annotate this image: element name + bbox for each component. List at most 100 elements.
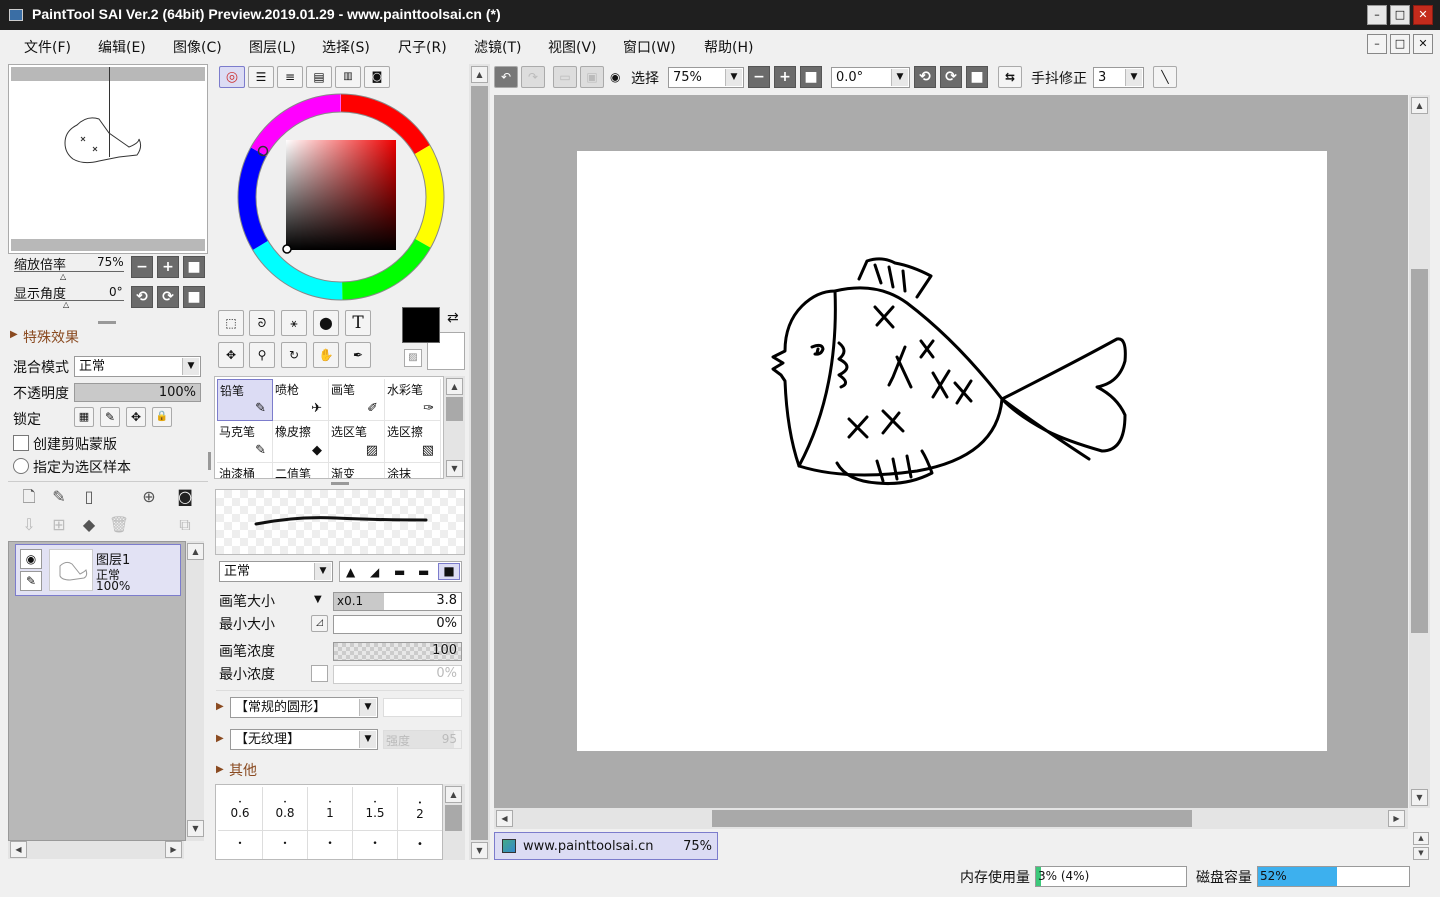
menu-select[interactable]: 选择(S) — [322, 37, 370, 57]
size-preset[interactable]: • 2 — [398, 787, 442, 831]
scroll-up-icon[interactable]: ▲ — [1411, 97, 1428, 114]
tip-shape-2-icon[interactable]: ◢ — [370, 565, 379, 579]
toolbar-rotate-left-button[interactable]: ⟲ — [914, 66, 936, 88]
move-tool-icon[interactable]: ✥ — [218, 342, 244, 368]
redo-icon[interactable]: ↷ — [521, 66, 545, 88]
other-expand-icon[interactable]: ▶ — [216, 764, 224, 775]
canvas-document[interactable] — [577, 151, 1327, 751]
scroll-thumb[interactable] — [446, 397, 463, 421]
angle-select[interactable]: 0.0° ▼ — [831, 67, 910, 88]
hand-tool-icon[interactable]: ✋ — [313, 342, 339, 368]
menu-file[interactable]: 文件(F) — [24, 37, 71, 57]
brush-select-pen[interactable]: 选区笔 ▨ — [329, 421, 385, 463]
toolbar-zoom-in-button[interactable]: + — [774, 66, 796, 88]
scroll-down-icon[interactable]: ▼ — [471, 842, 488, 859]
shape-icon[interactable]: ⬤ — [313, 310, 339, 336]
tip-shape-4-icon[interactable]: ▬ — [418, 565, 429, 579]
canvas-viewport[interactable] — [494, 95, 1408, 808]
clear-layer-icon[interactable]: ◆ — [76, 512, 102, 538]
color-wheel-tab-icon[interactable]: ◎ — [219, 66, 245, 88]
effects-label[interactable]: 特殊效果 — [23, 327, 79, 347]
visibility-eye-icon[interactable]: ◉ — [20, 549, 42, 569]
rotate-right-button[interactable]: ⟳ — [157, 286, 179, 308]
panel-splitter[interactable] — [331, 482, 349, 485]
close-button[interactable]: ✕ — [1413, 5, 1433, 25]
mdi-restore-button[interactable]: □ — [1390, 34, 1410, 54]
texture-expand-icon[interactable]: ▶ — [216, 733, 224, 744]
scratchpad-tab-icon[interactable]: ▥ — [335, 66, 361, 88]
brush-texture-select[interactable]: 【无纹理】 ▼ — [230, 729, 378, 750]
flip-horizontal-icon[interactable]: ⇆ — [998, 66, 1022, 88]
zoom-slider[interactable] — [14, 271, 124, 272]
brush-airbrush[interactable]: 喷枪 ✈ — [273, 379, 329, 421]
eyedropper-icon[interactable]: ✒ — [345, 342, 371, 368]
scroll-down-icon[interactable]: ▼ — [446, 460, 463, 477]
mdi-minimize-button[interactable]: – — [1367, 34, 1387, 54]
effects-expand-icon[interactable]: ▶ — [10, 329, 18, 340]
transparent-color-icon[interactable]: ▨ — [404, 349, 422, 367]
stabilizer-select[interactable]: 3 ▼ — [1093, 67, 1144, 88]
layer-pencil-icon[interactable]: ✎ — [20, 571, 42, 591]
clip-mask-checkbox[interactable] — [13, 435, 29, 451]
rotate-left-button[interactable]: ⟲ — [131, 286, 153, 308]
scroll-up-icon[interactable]: ▲ — [471, 66, 488, 83]
size-grid-scrollbar[interactable]: ▲ — [443, 784, 465, 860]
size-preset[interactable]: • — [353, 831, 398, 859]
tip-shape-1-icon[interactable]: ▲ — [346, 565, 355, 579]
rgb-slider-tab-icon[interactable]: ☰ — [248, 66, 274, 88]
document-tab[interactable]: www.painttoolsai.cn 75% — [494, 832, 718, 860]
menu-image[interactable]: 图像(C) — [173, 37, 222, 57]
brush-mode-select[interactable]: 正常 ▼ — [219, 561, 333, 582]
canvas-vscrollbar[interactable]: ▲ ▼ — [1409, 95, 1430, 808]
lasso-icon[interactable]: ᘐ — [249, 310, 275, 336]
brush-marker[interactable]: 马克笔 ✎ — [217, 421, 273, 463]
layer-row[interactable]: ◉ ✎ 图层1 正常 100% — [15, 544, 181, 596]
new-folder-icon[interactable]: ▯ — [76, 484, 102, 510]
brush-bucket[interactable]: 油漆桶 — [217, 463, 273, 478]
zoom-in-button[interactable]: + — [157, 256, 179, 278]
lock-paint-icon[interactable]: ✎ — [100, 407, 120, 427]
scroll-thumb[interactable] — [712, 810, 1192, 827]
text-tool-icon[interactable]: T — [345, 310, 371, 336]
brush-select-eraser[interactable]: 选区擦 ▧ — [385, 421, 441, 463]
rotate-reset-button[interactable]: ■ — [183, 286, 205, 308]
texture-strength-slider[interactable]: 强度 95 — [383, 730, 462, 749]
undo-icon[interactable]: ↶ — [494, 66, 518, 88]
panel-splitter[interactable] — [98, 321, 116, 324]
move-down-icon[interactable]: ⇩ — [16, 512, 42, 538]
menu-help[interactable]: 帮助(H) — [704, 37, 753, 57]
zoom-slider-handle[interactable]: △ — [60, 272, 66, 281]
lock-all-icon[interactable]: 🔒 — [152, 407, 172, 427]
scroll-up-icon[interactable]: ▲ — [446, 378, 463, 395]
layer-effects-icon[interactable]: ⊕ — [136, 484, 162, 510]
size-preset[interactable]: • 1.5 — [353, 787, 398, 831]
opacity-slider[interactable]: 100% — [74, 383, 201, 402]
brush-binary-pen[interactable]: 二值笔 — [273, 463, 329, 478]
toolbar-rotate-right-button[interactable]: ⟳ — [940, 66, 962, 88]
menu-layer[interactable]: 图层(L) — [249, 37, 296, 57]
scroll-up-icon[interactable]: ▲ — [187, 543, 204, 560]
color-wheel[interactable] — [236, 92, 446, 302]
panel-splitter[interactable] — [208, 452, 211, 470]
size-preset[interactable]: • 0.8 — [263, 787, 308, 831]
show-selection-eye-icon[interactable]: ◉ — [610, 70, 620, 84]
toolbar-zoom-out-button[interactable]: − — [748, 66, 770, 88]
new-linework-layer-icon[interactable]: ✎ — [46, 484, 72, 510]
menu-view[interactable]: 视图(V) — [548, 37, 597, 57]
angle-slider-handle[interactable]: △ — [63, 300, 69, 309]
brush-smudge[interactable]: 涂抹 — [385, 463, 441, 478]
hsv-slider-tab-icon[interactable]: ≡ — [277, 66, 303, 88]
sv-handle[interactable] — [282, 244, 292, 254]
shape-strength-field[interactable] — [383, 698, 462, 717]
minimize-button[interactable]: – — [1367, 5, 1387, 25]
blend-mode-select[interactable]: 正常 ▼ — [74, 356, 201, 377]
tip-shape-5-icon[interactable]: ■ — [438, 563, 460, 580]
size-preset[interactable]: • 1 — [308, 787, 353, 831]
brush-brush[interactable]: 画笔 ✐ — [329, 379, 385, 421]
rotate-tool-icon[interactable]: ↻ — [281, 342, 307, 368]
selection-sample-radio[interactable] — [13, 458, 29, 474]
merge-visible-icon[interactable]: ⧉ — [172, 512, 198, 538]
layer-list[interactable]: ◉ ✎ 图层1 正常 100% — [8, 541, 186, 841]
user-palette-tab-icon[interactable]: ◙ — [364, 66, 390, 88]
tip-shape-3-icon[interactable]: ▬ — [394, 565, 405, 579]
